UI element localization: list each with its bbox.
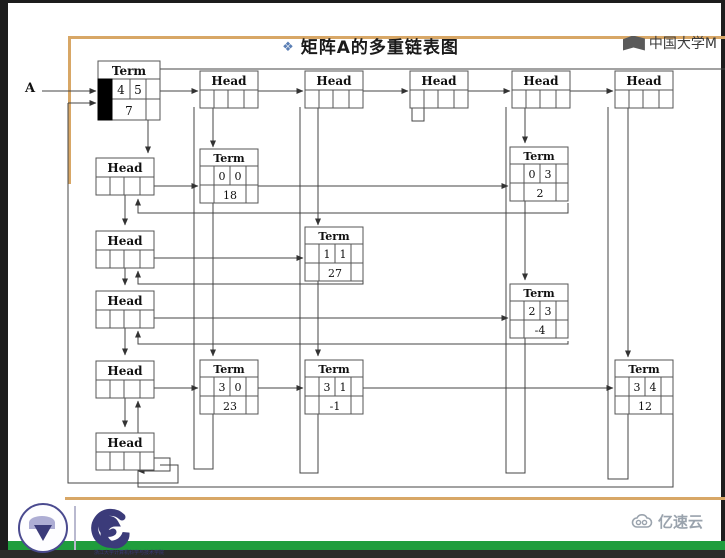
term-node[interactable]: Term 3 0 23 [199,359,259,415]
node-label: Term [523,287,555,300]
term-value: -4 [535,324,546,337]
term-col: 3 [545,305,552,318]
watermark-label: 亿速云 [657,513,703,531]
row-head-node[interactable]: Head [95,432,155,471]
term-value: 27 [328,267,342,280]
node-label: Term [112,64,147,78]
term-value: 2 [537,187,544,200]
term-col: 4 [650,381,657,394]
university-emblem-icon [18,503,68,553]
cloud-icon [631,514,653,528]
term-row: 2 [529,305,536,318]
term-node[interactable]: Term 3 4 12 [614,359,674,415]
term-col: 1 [340,248,347,261]
node-label: Term [318,230,350,243]
node-label: Head [107,436,143,450]
root-term-node[interactable]: Term 4 5 7 [97,60,161,121]
node-label: Head [107,364,143,378]
watermark: 亿速云 [631,511,703,532]
term-node[interactable]: Term 0 0 18 [199,148,259,204]
row-head-node[interactable]: Head [95,230,155,269]
column-head-node[interactable]: Head [199,70,259,109]
term-node[interactable]: Term 2 3 -4 [509,283,569,339]
node-label: Head [626,74,662,88]
node-label: Term [213,363,245,376]
term-row: 3 [634,381,641,394]
term-row: 0 [219,170,226,183]
footer-logos: 浙江大学计算机科学与技术学院 [18,503,164,556]
node-label: Term [628,363,660,376]
node-label: Term [318,363,350,376]
term-value: 23 [223,400,237,413]
column-head-node[interactable]: Head [304,70,364,109]
term-col: 0 [235,381,242,394]
term-row: 3 [324,381,331,394]
row-head-node[interactable]: Head [95,290,155,329]
node-label: Head [523,74,559,88]
term-value: -1 [330,400,341,413]
node-label: Head [107,161,143,175]
term-value: 18 [223,189,237,202]
row-head-node[interactable]: Head [95,360,155,399]
term-row: 3 [219,381,226,394]
root-rows: 4 [117,83,125,97]
logo-divider [74,506,76,550]
slide-canvas: ❖ 矩阵A的多重链表图 中国大学M A Head Head Head Head … [0,0,725,556]
node-label: Head [421,74,457,88]
node-label: Head [107,234,143,248]
node-label: Head [316,74,352,88]
spiral-e-logo-icon: 浙江大学计算机科学与技术学院 [82,503,164,556]
row-head-node[interactable]: Head [95,157,155,196]
term-node[interactable]: Term 1 1 27 [304,226,364,282]
column-head-node[interactable]: Head [511,70,571,109]
term-node[interactable]: Term 0 3 2 [509,146,569,202]
footer-caption: 浙江大学计算机科学与技术学院 [94,550,165,556]
column-head-node[interactable]: Head [614,70,674,109]
term-col: 3 [545,168,552,181]
node-label: Head [211,74,247,88]
root-cols: 5 [134,83,142,97]
term-col: 1 [340,381,347,394]
term-row: 1 [324,248,331,261]
term-row: 0 [529,168,536,181]
node-label: Head [107,294,143,308]
root-terms: 7 [125,104,133,118]
term-node[interactable]: Term 3 1 -1 [304,359,364,415]
term-value: 12 [638,400,652,413]
linked-list-diagram: Head Head Head Head Head Head Head Head … [42,60,725,488]
node-label: Term [523,150,555,163]
node-label: Term [213,152,245,165]
term-col: 0 [235,170,242,183]
column-head-node[interactable]: Head [409,70,469,109]
